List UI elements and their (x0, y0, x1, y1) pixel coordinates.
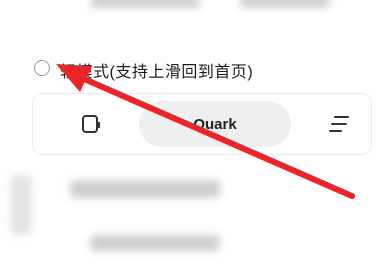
blurred-text-bottom-1 (70, 180, 220, 198)
quark-label: Quark (193, 115, 237, 133)
light-mode-radio[interactable] (34, 60, 50, 76)
blurred-text-bottom-3 (90, 235, 220, 251)
blurred-text-bottom-2 (10, 175, 32, 235)
blurred-text-top-1 (90, 0, 200, 8)
blurred-text-top-2 (240, 0, 330, 8)
menu-lines-icon[interactable] (329, 115, 349, 133)
toolbar-preview: Quark (32, 93, 372, 155)
tab-square-icon[interactable] (81, 114, 101, 134)
light-mode-label[interactable]: 轻模式(支持上滑回到首页) (60, 58, 253, 82)
quark-home-button[interactable]: Quark (139, 101, 291, 147)
